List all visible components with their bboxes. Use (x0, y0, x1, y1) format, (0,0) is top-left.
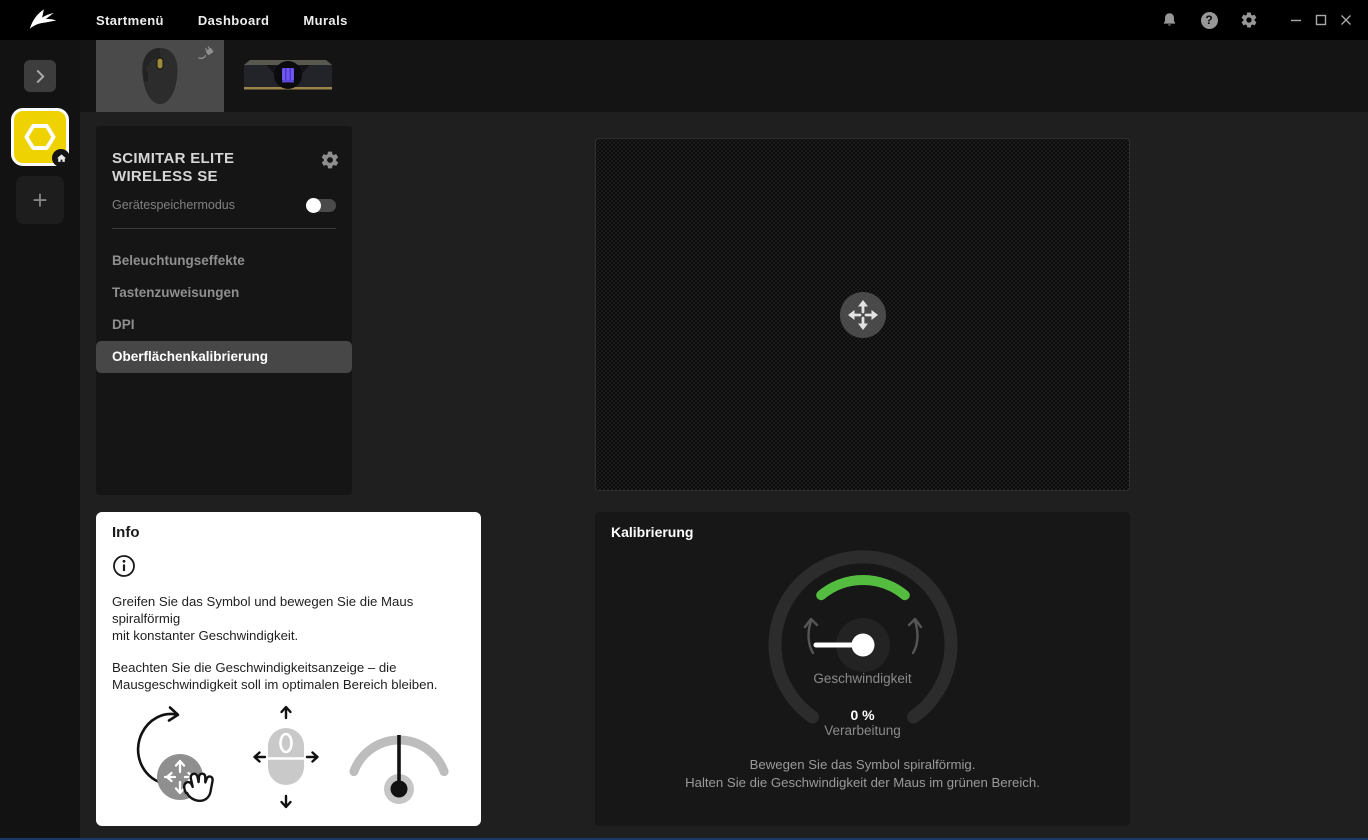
device-tab-mouse[interactable] (96, 40, 224, 112)
corsair-logo-icon (28, 8, 58, 32)
device-menu: Beleuchtungseffekte Tastenzuweisungen DP… (96, 245, 352, 373)
mouse-image (142, 48, 178, 104)
icue-window: Startmenü Dashboard Murals ? + SCIMITAR … (0, 0, 1368, 840)
menu-item-dpi[interactable]: DPI (96, 309, 352, 341)
device-panel: SCIMITAR ELITE WIRELESS SE Gerätespeiche… (96, 126, 352, 495)
info-panel: Info Greifen Sie das Symbol und bewegen … (96, 512, 481, 826)
info-paragraph-1: Greifen Sie das Symbol und bewegen Sie d… (112, 594, 414, 643)
device-memory-mode-label: Gerätespeichermodus (112, 198, 235, 212)
calibration-title: Kalibrierung (611, 524, 694, 540)
minimize-button[interactable] (1283, 0, 1308, 40)
device-tabstrip (80, 40, 1368, 112)
calibration-surface[interactable] (595, 138, 1130, 491)
wired-connection-icon (197, 45, 217, 66)
hexagon-icon (24, 124, 56, 150)
device-memory-mode-toggle[interactable] (306, 197, 336, 213)
home-badge-icon (52, 149, 70, 167)
progress-label: Verarbeitung (824, 723, 901, 738)
menu-item-key-assignments[interactable]: Tastenzuweisungen (96, 277, 352, 309)
info-title: Info (112, 524, 140, 541)
nav-dashboard[interactable]: Dashboard (198, 13, 270, 28)
notifications-icon[interactable] (1149, 11, 1189, 29)
info-icon (113, 555, 135, 577)
menu-item-surface-calibration[interactable]: Oberflächenkalibrierung (96, 341, 352, 373)
device-title: SCIMITAR ELITE WIRELESS SE (112, 150, 235, 185)
device-memory-mode-row: Gerätespeichermodus (96, 197, 352, 213)
calibration-instructions: Bewegen Sie das Symbol spiralförmig. Hal… (595, 756, 1130, 791)
memory-module-image (244, 60, 332, 90)
divider (112, 228, 336, 229)
gauge-label: Geschwindigkeit (813, 671, 912, 686)
device-header: SCIMITAR ELITE WIRELESS SE (96, 126, 352, 186)
gear-icon (321, 151, 339, 169)
menu-item-lighting-effects[interactable]: Beleuchtungseffekte (96, 245, 352, 277)
chevron-right-icon (36, 69, 44, 83)
spiral-grab-icon (136, 706, 214, 803)
info-illustrations (112, 701, 465, 813)
device-tab-memory[interactable] (224, 40, 352, 112)
titlebar: Startmenü Dashboard Murals ? (0, 0, 1368, 40)
nav-murals[interactable]: Murals (303, 13, 347, 28)
titlebar-right: ? (1149, 0, 1368, 40)
close-button[interactable] (1333, 0, 1358, 40)
sidebar: + (0, 40, 80, 840)
settings-icon[interactable] (1229, 11, 1269, 29)
help-icon[interactable]: ? (1189, 11, 1229, 29)
sidebar-expand-button[interactable] (24, 60, 56, 92)
move-handle[interactable] (839, 291, 886, 338)
info-paragraph-2: Beachten Sie die Geschwindigkeitsanzeige… (112, 660, 438, 692)
device-profile-icon[interactable] (11, 108, 70, 167)
help-glyph: ? (1200, 11, 1218, 29)
device-settings-button[interactable] (320, 150, 340, 173)
add-device-button[interactable]: + (16, 176, 64, 224)
instruction-line-2: Halten Sie die Geschwindigkeit der Maus … (685, 774, 1040, 790)
move-arrows-icon (839, 291, 886, 338)
progress-value: 0 % (850, 707, 875, 723)
maximize-button[interactable] (1308, 0, 1333, 40)
mouse-directions-icon (252, 705, 319, 809)
nav-startmenu[interactable]: Startmenü (96, 13, 164, 28)
speed-gauge-icon (349, 735, 449, 804)
calibration-panel: Kalibrierung Geschwindigkeit 0 % Verarbe… (595, 512, 1130, 826)
window-controls (1283, 0, 1358, 40)
instruction-line-1: Bewegen Sie das Symbol spiralförmig. (749, 757, 976, 772)
main-nav: Startmenü Dashboard Murals (96, 13, 348, 28)
toggle-knob (306, 197, 321, 213)
